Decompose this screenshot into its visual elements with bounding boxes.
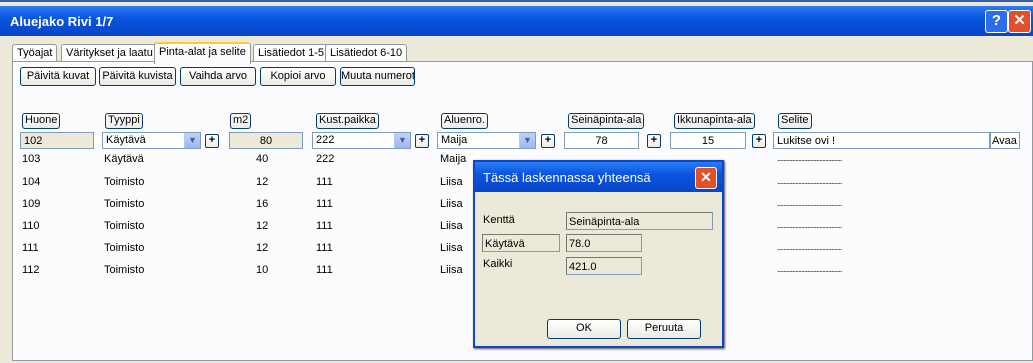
chevron-down-icon[interactable]: ▼ — [519, 133, 535, 148]
column-header-aluenro[interactable]: Aluenro. — [441, 113, 488, 129]
kaytava-value: 78.0 — [566, 234, 642, 252]
dialog-title-bar[interactable]: Tässä laskennassa yhteensä ✕ — [475, 162, 722, 192]
kaikki-value: 421.0 — [566, 257, 642, 275]
kaytava-label: Käytävä — [482, 234, 560, 252]
cell-selite: ........................................… — [777, 220, 843, 230]
vaihda-arvo-button[interactable]: Vaihda arvo — [180, 67, 256, 86]
paivita-kuvista-button[interactable]: Päivitä kuvista — [99, 67, 176, 86]
column-header-ikkunapinta[interactable]: Ikkunapinta-ala — [674, 113, 755, 129]
cell-m2: 12 — [256, 220, 269, 232]
cell-alue: Liisa — [440, 220, 463, 232]
cell-huone: 110 — [22, 220, 40, 232]
muuta-numerot-button[interactable]: Muuta numerot — [340, 67, 415, 86]
paivita-kuvat-button[interactable]: Päivitä kuvat — [20, 67, 96, 86]
cell-kust: 222 — [316, 153, 335, 165]
kustpaikka-add-button[interactable]: + — [415, 134, 429, 148]
ikkunapinta-add-button[interactable]: + — [752, 134, 766, 148]
close-button[interactable]: ✕ — [1008, 10, 1031, 33]
cell-tyyppi: Toimisto — [104, 198, 145, 210]
tab-pinta-alat[interactable]: Pinta-alat ja selite — [154, 42, 251, 64]
kustpaikka-select-value: 222 — [316, 134, 335, 146]
cell-huone: 103 — [22, 153, 41, 165]
cell-m2: 10 — [256, 264, 269, 276]
window-top-line — [0, 0, 1033, 2]
chevron-down-icon[interactable]: ▼ — [394, 133, 410, 148]
cell-alue: Liisa — [440, 242, 463, 254]
cell-tyyppi: Toimisto — [104, 176, 145, 188]
ok-button[interactable]: OK — [547, 319, 621, 339]
cell-tyyppi: Toimisto — [104, 242, 145, 254]
cell-kust: 111 — [316, 264, 333, 276]
tab-lisatiedot-6-10[interactable]: Lisätiedot 6-10 — [325, 44, 408, 62]
cell-kust: 111 — [316, 220, 333, 232]
kaikki-label: Kaikki — [483, 258, 513, 270]
cell-tyyppi: Toimisto — [104, 220, 145, 232]
cell-m2: 40 — [256, 153, 269, 165]
column-header-seinapinta[interactable]: Seinäpinta-ala — [568, 113, 645, 129]
main-window: Aluejako Rivi 1/7 ? ✕ Työajat Väritykset… — [0, 0, 1033, 363]
cell-kust: 111 — [316, 198, 333, 210]
cell-selite: ........................................… — [777, 264, 843, 274]
cell-huone: 104 — [22, 176, 41, 188]
selite-field[interactable]: Lukitse ovi ! — [773, 132, 990, 149]
cell-selite: ........................................… — [777, 176, 843, 186]
window-title: Aluejako Rivi 1/7 — [10, 14, 114, 29]
cell-tyyppi: Käytävä — [104, 153, 144, 165]
cell-alue: Liisa — [440, 198, 463, 210]
cell-selite: ........................................… — [777, 198, 843, 208]
tab-tyoajat[interactable]: Työajat — [12, 44, 58, 62]
avaa-button[interactable]: Avaa — [990, 132, 1020, 149]
kentta-label: Kenttä — [483, 214, 515, 226]
cell-tyyppi: Toimisto — [104, 264, 145, 276]
tyyppi-select-value: Käytävä — [106, 134, 146, 146]
cell-alue: Liisa — [440, 264, 463, 276]
tyyppi-select[interactable]: Käytävä ▼ — [102, 132, 201, 149]
seinapinta-add-button[interactable]: + — [647, 134, 661, 148]
cell-huone: 111 — [22, 242, 39, 254]
column-header-selite[interactable]: Selite — [778, 113, 812, 129]
column-header-kustpaikka[interactable]: Kust.paikka — [316, 113, 379, 129]
cell-kust: 111 — [316, 176, 333, 188]
seinapinta-field[interactable]: 78 — [564, 132, 639, 149]
help-button[interactable]: ? — [985, 10, 1008, 33]
cell-m2: 12 — [256, 242, 269, 254]
column-header-huone[interactable]: Huone — [22, 113, 61, 129]
cell-alue: Liisa — [440, 176, 463, 188]
totals-dialog: Tässä laskennassa yhteensä ✕ Kenttä Sein… — [473, 160, 724, 348]
cell-kust: 111 — [316, 242, 333, 254]
cell-alue: Maija — [440, 153, 467, 165]
aluenro-add-button[interactable]: + — [541, 134, 555, 148]
cell-huone: 112 — [22, 264, 40, 276]
m2-field[interactable]: 80 — [229, 132, 303, 149]
cell-huone: 109 — [22, 198, 41, 210]
title-bar[interactable]: Aluejako Rivi 1/7 ? ✕ — [0, 6, 1033, 36]
kustpaikka-select[interactable]: 222 ▼ — [312, 132, 411, 149]
cancel-button[interactable]: Peruuta — [627, 319, 701, 339]
chevron-down-icon[interactable]: ▼ — [184, 133, 200, 148]
kentta-value: Seinäpinta-ala — [566, 212, 713, 230]
aluenro-select[interactable]: Maija ▼ — [437, 132, 536, 149]
column-header-m2[interactable]: m2 — [230, 113, 252, 129]
dialog-title: Tässä laskennassa yhteensä — [483, 170, 651, 185]
cell-m2: 12 — [256, 176, 269, 188]
huone-field[interactable]: 102 — [20, 132, 94, 149]
tyyppi-add-button[interactable]: + — [205, 134, 219, 148]
tab-lisatiedot-1-5[interactable]: Lisätiedot 1-5 — [253, 44, 330, 62]
tab-varitykset[interactable]: Väritykset ja laatu — [61, 44, 158, 62]
cell-m2: 16 — [256, 198, 269, 210]
column-header-tyyppi[interactable]: Tyyppi — [105, 113, 143, 129]
ikkunapinta-field[interactable]: 15 — [670, 132, 746, 149]
dialog-close-button[interactable]: ✕ — [695, 167, 717, 189]
dialog-body: Kenttä Seinäpinta-ala Käytävä 78.0 Kaikk… — [475, 192, 722, 346]
kopioi-arvo-button[interactable]: Kopioi arvo — [260, 67, 336, 86]
cell-selite: ........................................… — [777, 153, 843, 163]
aluenro-select-value: Maija — [441, 134, 468, 146]
cell-selite: ........................................… — [777, 242, 843, 252]
